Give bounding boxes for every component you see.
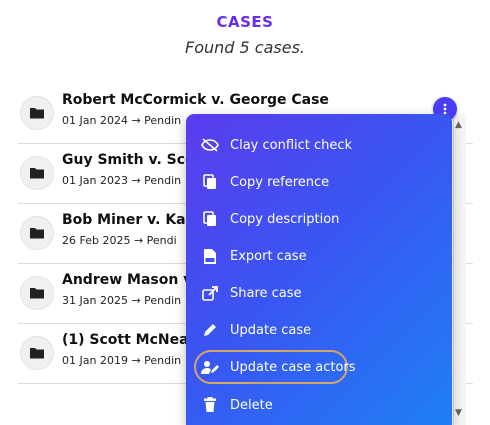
case-date-status: 31 Jan 2025 → Pendin: [62, 294, 182, 307]
menu-item-update-case[interactable]: Update case: [198, 315, 438, 345]
pdf-icon: [198, 248, 222, 265]
folder-icon: [20, 336, 54, 370]
copy-icon: [198, 174, 222, 190]
menu-item-label: Clay conflict check: [230, 137, 353, 153]
pencil-icon: [198, 322, 222, 338]
menu-item-clay-conflict-check[interactable]: Clay conflict check: [198, 130, 438, 160]
menu-item-label: Share case: [230, 285, 302, 301]
result-count: Found 5 cases.: [185, 38, 305, 57]
case-title[interactable]: Robert McCormick v. George Case: [62, 92, 329, 108]
menu-item-label: Copy reference: [230, 174, 330, 190]
folder-icon: [20, 276, 54, 310]
menu-item-update-case-actors[interactable]: Update case actors: [198, 352, 438, 382]
menu-item-copy-reference[interactable]: Copy reference: [198, 167, 438, 197]
share-icon: [198, 285, 222, 301]
menu-item-label: Export case: [230, 248, 307, 264]
menu-item-delete[interactable]: Delete: [198, 390, 438, 420]
case-date-status: 01 Jan 2024 → Pendin: [62, 114, 182, 127]
menu-item-share-case[interactable]: Share case: [198, 278, 438, 308]
trash-icon: [198, 397, 222, 413]
case-date-status: 01 Jan 2019 → Pendin: [62, 354, 182, 367]
eye-off-icon: [198, 138, 222, 152]
user-edit-icon: [198, 360, 222, 375]
page-title: CASES: [216, 13, 274, 31]
scrollbar[interactable]: [453, 114, 466, 425]
scroll-up-icon[interactable]: ▲: [455, 120, 462, 130]
menu-item-label: Delete: [230, 397, 273, 413]
scroll-down-icon[interactable]: ▼: [455, 408, 462, 418]
case-actions-menu: Clay conflict check Copy reference Copy …: [186, 114, 452, 425]
case-date-status: 26 Feb 2025 → Pendi: [62, 234, 177, 247]
folder-icon: [20, 156, 54, 190]
menu-item-label: Copy description: [230, 211, 340, 227]
folder-icon: [20, 216, 54, 250]
copy-icon: [198, 211, 222, 227]
case-title[interactable]: (1) Scott McNealy: [62, 332, 203, 348]
menu-item-export-case[interactable]: Export case: [198, 241, 438, 271]
folder-icon: [20, 96, 54, 130]
menu-item-label: Update case: [230, 322, 312, 338]
menu-item-copy-description[interactable]: Copy description: [198, 204, 438, 234]
menu-item-label: Update case actors: [230, 359, 356, 375]
case-date-status: 01 Jan 2023 → Pendin: [62, 174, 182, 187]
